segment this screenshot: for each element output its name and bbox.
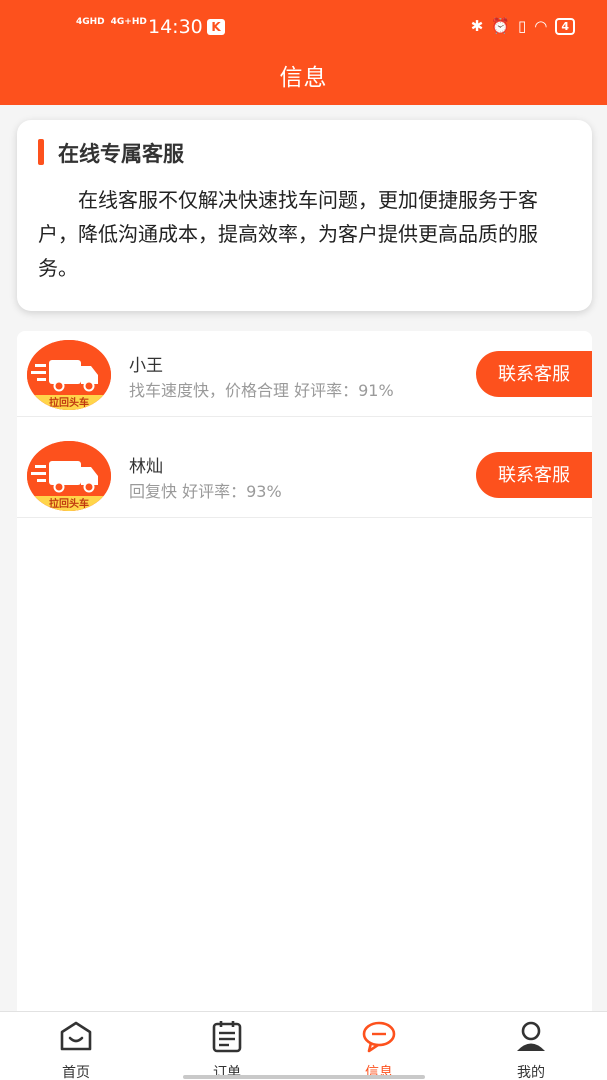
agent-desc: 找车速度快，价格合理 好评率：91% bbox=[129, 381, 394, 400]
network-1: 4GHD bbox=[76, 17, 105, 27]
truck-avatar-icon: 拉回头车 bbox=[27, 441, 111, 511]
tab-home[interactable]: 首页 bbox=[26, 1018, 126, 1080]
vibrate-icon: ▯ bbox=[517, 17, 527, 35]
battery-level: 4 bbox=[561, 19, 569, 33]
home-indicator bbox=[183, 1075, 425, 1079]
top-bar: 4GHD 4G+HD 14:30 K ✱ ⏰ ▯ ◠ 4 信息 bbox=[0, 0, 607, 105]
agent-desc: 回复快 好评率：93% bbox=[129, 482, 282, 501]
network-indicator: 4GHD 4G+HD bbox=[76, 17, 153, 27]
contact-service-button[interactable]: 联系客服 bbox=[476, 351, 592, 397]
tab-label: 我的 bbox=[517, 1065, 545, 1080]
k-badge-icon: K bbox=[207, 19, 225, 35]
tab-label: 首页 bbox=[62, 1065, 90, 1080]
avatar-caption: 拉回头车 bbox=[49, 497, 89, 510]
alarm-icon: ⏰ bbox=[491, 17, 510, 35]
tab-orders[interactable]: 订单 bbox=[177, 1018, 277, 1080]
bluetooth-icon: ✱ bbox=[470, 17, 484, 35]
agent-row[interactable]: 拉回头车 林灿 回复快 好评率：93% 联系客服 bbox=[17, 432, 592, 518]
user-icon bbox=[517, 1021, 545, 1051]
status-time: 14:30 bbox=[148, 16, 203, 38]
intro-text: 在线客服不仅解决快速找车问题，更加便捷服务于客户，降低沟通成本，提高效率，为客户… bbox=[38, 188, 538, 280]
page-title: 信息 bbox=[279, 65, 328, 91]
battery-icon: 4 bbox=[555, 17, 575, 35]
agent-name: 小王 bbox=[129, 356, 163, 376]
status-icons: ✱ ⏰ ▯ ◠ 4 bbox=[471, 17, 575, 35]
title-accent-bar bbox=[38, 139, 44, 165]
chat-icon bbox=[362, 1021, 396, 1053]
status-bar: 4GHD 4G+HD 14:30 K ✱ ⏰ ▯ ◠ 4 bbox=[0, 0, 607, 54]
agent-name: 林灿 bbox=[129, 457, 163, 477]
network-2: 4G+HD bbox=[110, 17, 147, 27]
intro-card: 在线专属客服 在线客服不仅解决快速找车问题，更加便捷服务于客户，降低沟通成本，提… bbox=[17, 120, 592, 311]
agent-list: 拉回头车 小王 找车速度快，价格合理 好评率：91% 联系客服 拉回头车 林灿 … bbox=[17, 331, 592, 1011]
bottom-tab-bar: 首页 订单 信息 我的 bbox=[0, 1011, 607, 1080]
avatar-caption: 拉回头车 bbox=[49, 396, 89, 409]
truck-avatar-icon: 拉回头车 bbox=[27, 340, 111, 410]
agent-row[interactable]: 拉回头车 小王 找车速度快，价格合理 好评率：91% 联系客服 bbox=[17, 331, 592, 417]
tab-messages[interactable]: 信息 bbox=[329, 1018, 429, 1080]
order-icon bbox=[212, 1021, 242, 1053]
contact-service-button[interactable]: 联系客服 bbox=[476, 452, 592, 498]
home-icon bbox=[60, 1021, 92, 1051]
tab-profile[interactable]: 我的 bbox=[481, 1018, 581, 1080]
intro-title: 在线专属客服 bbox=[58, 142, 184, 166]
wifi-icon: ◠ bbox=[534, 17, 548, 35]
